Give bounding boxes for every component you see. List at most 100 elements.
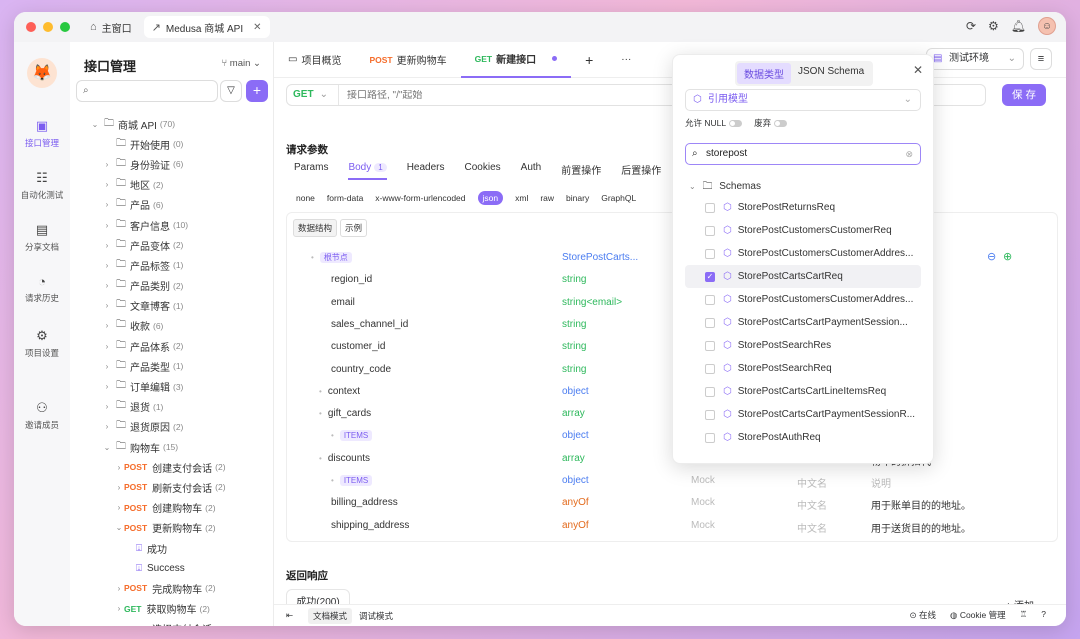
- checkbox[interactable]: ✓: [705, 271, 715, 282]
- add-button[interactable]: +: [246, 80, 268, 102]
- tree-folder[interactable]: › 🗀 产品 (6): [70, 195, 273, 215]
- maximize-window-button[interactable]: [60, 22, 70, 32]
- body-type-xml[interactable]: xml: [515, 193, 528, 203]
- tree-folder[interactable]: › 🗀 地区 (2): [70, 175, 273, 195]
- tab-new-endpoint[interactable]: GET 新建接口: [460, 42, 572, 78]
- schema-option[interactable]: ⬡ StorePostCustomersCustomerAddres...: [685, 242, 921, 265]
- field-type[interactable]: string: [562, 341, 586, 352]
- rail-item-share[interactable]: ▤ 分享文档: [14, 222, 70, 253]
- tab-post-ops[interactable]: 后置操作: [621, 162, 661, 180]
- schema-option[interactable]: ⬡ StorePostCustomersCustomerReq: [685, 219, 921, 242]
- schema-option[interactable]: ⬡ StorePostCartsCartPaymentSessionR...: [685, 403, 921, 426]
- shirt-icon[interactable]: ♖: [1020, 609, 1028, 621]
- schema-option[interactable]: ⬡ StorePostCustomersCustomerAddres...: [685, 288, 921, 311]
- field-type[interactable]: string: [562, 274, 586, 285]
- doc-mode-button[interactable]: 文档模式: [308, 608, 353, 624]
- tree-folder[interactable]: › 🗀 订单编辑 (3): [70, 376, 273, 396]
- rail-item-autotest[interactable]: ☷ 自动化测试: [14, 170, 70, 201]
- save-button[interactable]: 保 存: [1002, 84, 1046, 106]
- bell-icon[interactable]: 🔔︎: [1011, 19, 1026, 33]
- tab-overview[interactable]: ▭ 项目概览: [274, 42, 355, 78]
- schema-search-input[interactable]: ⌕ storepost ⊗: [685, 143, 921, 165]
- tree-endpoint[interactable]: ›POST 选择支付会话(2): [70, 619, 273, 626]
- checkbox[interactable]: [705, 202, 715, 213]
- tree-endpoint[interactable]: › POST 刷新支付会话 (2): [70, 477, 273, 497]
- schema-field-row[interactable]: billing_address anyOf Mock 中文名 用于账单目的的地址。: [287, 492, 1057, 514]
- checkbox[interactable]: [705, 363, 715, 374]
- checkbox[interactable]: [705, 432, 715, 443]
- field-type[interactable]: string<email>: [562, 297, 622, 308]
- checkbox[interactable]: [705, 317, 715, 328]
- description-input[interactable]: 用于账单目的的地址。: [871, 497, 971, 512]
- description-input[interactable]: 说明: [871, 475, 891, 490]
- new-tab-button[interactable]: +: [571, 42, 607, 78]
- tree-case[interactable]: ⍗ Success: [70, 558, 273, 578]
- schema-option[interactable]: ⬡ StorePostCartsCartPaymentSession...: [685, 311, 921, 334]
- method-select[interactable]: GET ⌄: [287, 85, 339, 105]
- collapse-icon[interactable]: ⊖: [987, 250, 996, 263]
- reference-model-select[interactable]: ⬡ 引用模型 ⌄: [685, 89, 921, 111]
- tree-folder[interactable]: ⌄ 🗀 商城 API (70): [70, 114, 273, 134]
- tree-folder[interactable]: › 🗀 产品体系 (2): [70, 336, 273, 356]
- tab-cookies[interactable]: Cookies: [465, 162, 501, 180]
- checkbox[interactable]: [705, 409, 715, 420]
- rail-item-settings[interactable]: ⚙ 项目设置: [14, 328, 70, 359]
- checkbox[interactable]: [705, 225, 715, 236]
- schemas-group[interactable]: ⌄ 🗀 Schemas: [689, 179, 761, 196]
- tab-update-cart[interactable]: POST 更新购物车: [355, 42, 460, 78]
- branch-selector[interactable]: ⑂ main ⌄: [221, 58, 261, 69]
- tree-endpoint[interactable]: ⌄ POST 更新购物车 (2): [70, 518, 273, 538]
- tree-case[interactable]: ⍗ 成功: [70, 538, 273, 558]
- body-type-json[interactable]: json: [477, 191, 504, 205]
- schema-option[interactable]: ⬡ StorePostCartsCartLineItemsReq: [685, 380, 921, 403]
- more-tabs-icon[interactable]: ···: [607, 42, 645, 78]
- window-tab-main[interactable]: ⌂ 主窗口: [82, 16, 140, 38]
- mock-input[interactable]: Mock: [691, 520, 715, 531]
- tab-auth[interactable]: Auth: [521, 162, 542, 180]
- tree-folder[interactable]: ⌄ 🗀 购物车 (15): [70, 437, 273, 457]
- rail-item-api[interactable]: ▣ 接口管理: [14, 118, 70, 149]
- field-type[interactable]: array: [562, 453, 585, 464]
- cn-name-input[interactable]: 中文名: [797, 497, 827, 512]
- schema-field-row[interactable]: shipping_address anyOf Mock 中文名 用于送货目的的地址。: [287, 515, 1057, 537]
- schema-field-row[interactable]: • ITEMS object Mock 中文名 说明: [287, 470, 1057, 492]
- help-icon[interactable]: ?: [1041, 609, 1046, 621]
- tree-folder[interactable]: › 🗀 产品标签 (1): [70, 255, 273, 275]
- environment-select[interactable]: ▤ 测试环境 ⌄: [926, 48, 1024, 70]
- debug-mode-button[interactable]: 调试模式: [354, 608, 398, 624]
- online-status[interactable]: ⊙ 在线: [910, 609, 937, 621]
- body-type-binary[interactable]: binary: [566, 193, 589, 203]
- seg-data-type[interactable]: 数据类型: [737, 63, 791, 84]
- add-circle-icon[interactable]: ⊕: [1003, 250, 1012, 263]
- minimize-window-button[interactable]: [43, 22, 53, 32]
- close-icon[interactable]: ✕: [913, 63, 923, 77]
- body-type-form-data[interactable]: form-data: [327, 193, 363, 203]
- close-tab-icon[interactable]: ✕: [253, 22, 261, 33]
- tab-pre-ops[interactable]: 前置操作: [561, 162, 601, 180]
- body-type-none[interactable]: none: [296, 193, 315, 203]
- collapse-sidebar-icon[interactable]: ⇤: [286, 610, 293, 621]
- close-window-button[interactable]: [26, 22, 36, 32]
- tree-folder[interactable]: › 🗀 退货原因 (2): [70, 417, 273, 437]
- tab-data-structure[interactable]: 数据结构: [293, 219, 338, 237]
- rail-item-history[interactable]: ◔ 请求历史: [14, 274, 70, 304]
- tree-folder[interactable]: 🗀 开始使用 (0): [70, 134, 273, 154]
- field-type[interactable]: StorePostCarts...: [562, 252, 638, 263]
- checkbox[interactable]: [705, 294, 715, 305]
- field-type[interactable]: array: [562, 408, 585, 419]
- body-type-urlencoded[interactable]: x-www-form-urlencoded: [375, 193, 465, 203]
- allow-null-toggle[interactable]: 允许 NULL: [685, 117, 743, 129]
- gear-icon[interactable]: ⚙: [988, 19, 999, 33]
- schema-option[interactable]: ⬡ StorePostSearchReq: [685, 357, 921, 380]
- menu-button[interactable]: ≡: [1030, 48, 1052, 70]
- schema-option[interactable]: ⬡ StorePostAuthReq: [685, 426, 921, 449]
- rail-item-invite[interactable]: ⚇ 邀请成员: [14, 400, 70, 431]
- schema-option[interactable]: ⬡ StorePostReturnsReq: [685, 196, 921, 219]
- tree-folder[interactable]: › 🗀 文章博客 (1): [70, 296, 273, 316]
- clear-icon[interactable]: ⊗: [905, 144, 913, 164]
- schema-option[interactable]: ⬡ StorePostSearchRes: [685, 334, 921, 357]
- field-type[interactable]: string: [562, 319, 586, 330]
- tree-folder[interactable]: › 🗀 产品类别 (2): [70, 276, 273, 296]
- cookie-manager[interactable]: ◍ Cookie 管理: [950, 609, 1006, 621]
- field-type[interactable]: object: [562, 430, 589, 441]
